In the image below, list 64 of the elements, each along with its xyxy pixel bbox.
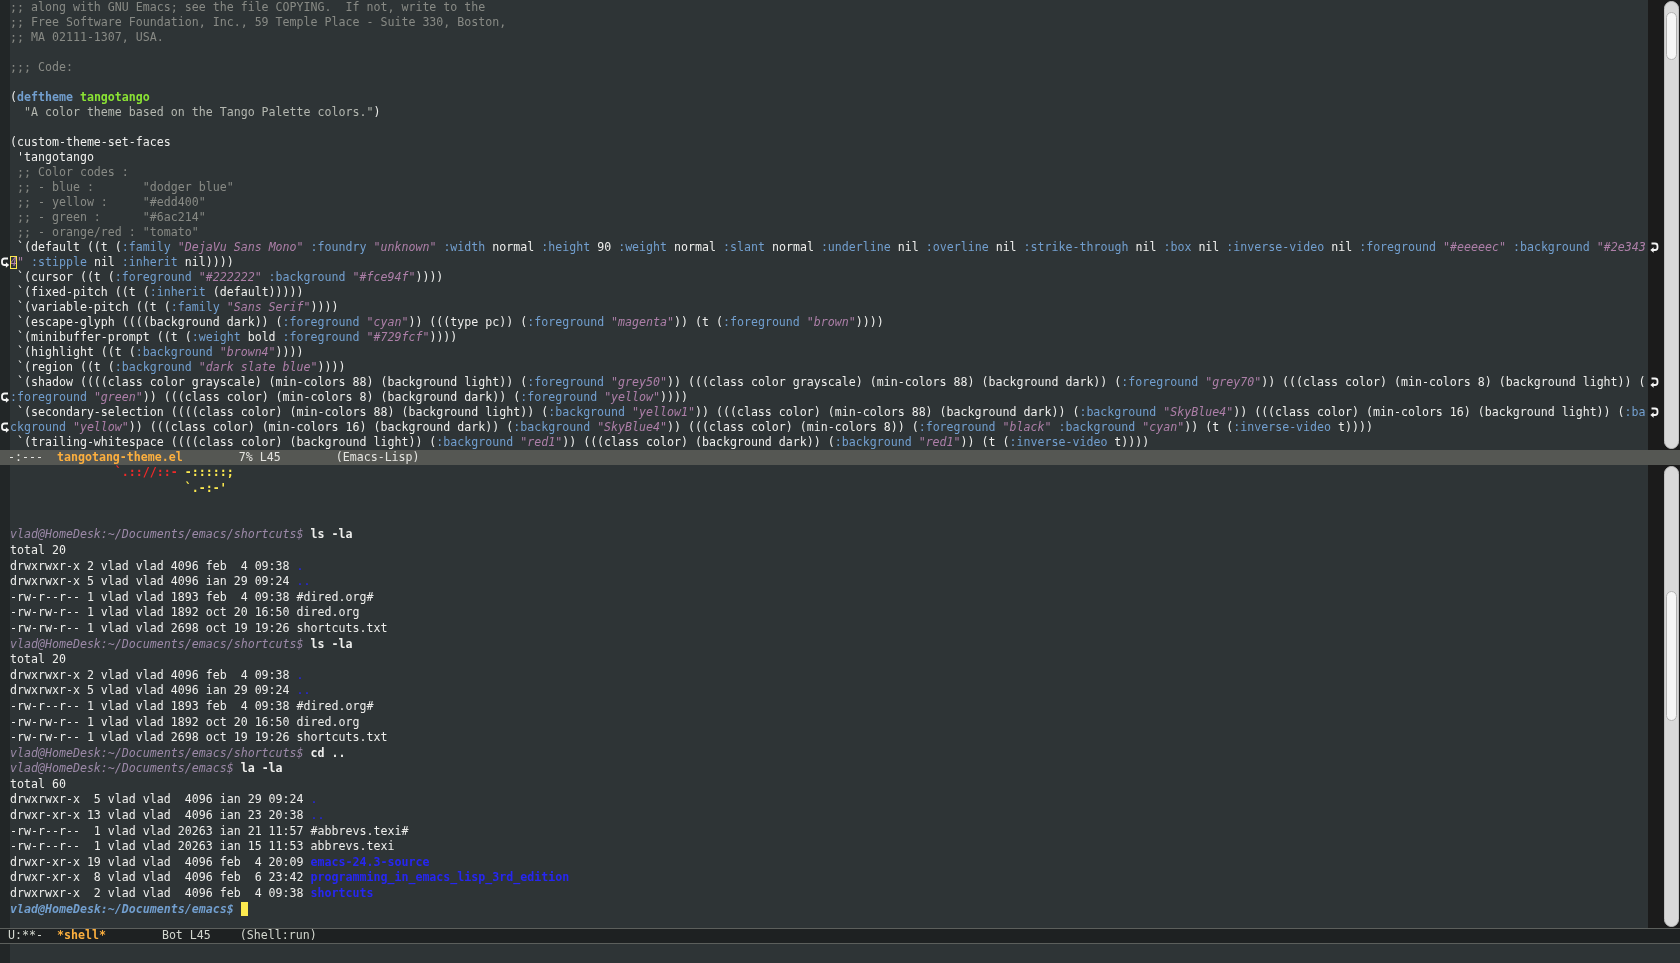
- code-line: 'tangotango: [16, 150, 94, 164]
- shell-line: vlad@HomeDesk:~/Documents/emacs/shortcuts$ cd ..: [10, 745, 346, 760]
- code-line: `(region ((t (:background "dark slate blue")))): [16, 360, 346, 374]
- shell-line: drwxrwxr-x 2 vlad vlad 4096 feb 4 09:38 .: [10, 667, 304, 682]
- shell-line: -rw-r--r-- 1 vlad vlad 1893 feb 4 09:38 #dired.org#: [10, 589, 374, 604]
- shell-line: -rw-r--r-- 1 vlad vlad 20263 ian 21 11:57 #abbrevs.texi#: [10, 823, 409, 838]
- code-line: `(variable-pitch ((t (:family "Sans Serif")))): [16, 300, 339, 314]
- code-line: (deftheme tangotango: [10, 90, 150, 104]
- shell-line: drwxrwxr-x 5 vlad vlad 4096 ian 29 09:24 .: [10, 792, 318, 807]
- scrollbar-track[interactable]: [1664, 1, 1679, 449]
- shell-line: total 60: [10, 776, 66, 791]
- shell-line: vlad@HomeDesk:~/Documents/emacs$: [10, 901, 234, 918]
- code-line: ;; - blue : "dodger blue": [16, 180, 234, 194]
- shell-line: `.-:-': [183, 480, 227, 495]
- shell-line: vlad@HomeDesk:~/Documents/emacs/shortcuts$ ls -la: [10, 527, 353, 542]
- shell-line: drwxr-xr-x 8 vlad vlad 4096 feb 6 23:42 programming_in_emacs_lisp_3rd_edition: [10, 870, 570, 885]
- shell-line: -rw-rw-r-- 1 vlad vlad 2698 oct 19 19:26 shortcuts.txt: [10, 730, 388, 745]
- code-line: (custom-theme-set-faces: [10, 135, 171, 149]
- code-line: ;; Free Software Foundation, Inc., 59 Temple Place - Suite 330, Boston,: [10, 15, 507, 29]
- code-line: "A color theme based on the Tango Palette colors."): [22, 105, 381, 119]
- code-line: `(default ((t (:family "DejaVu Sans Mono" :foundry "unknown" :width normal :height 90 :weight normal :slant normal :underline nil :overline nil :strike-through nil :box nil :inverse-video nil :foreground "#eeeeec" :background "#2e343: [16, 240, 1646, 254]
- shell-line: -rw-r--r-- 1 vlad vlad 20263 ian 15 11:53 abbrevs.texi: [10, 839, 395, 854]
- shell-line: vlad@HomeDesk:~/Documents/emacs$ la -la: [10, 761, 283, 776]
- code-line: ;; - orange/red : "tomato": [16, 225, 199, 239]
- shell-line: drwxr-xr-x 13 vlad vlad 4096 ian 23 20:38 ..: [10, 808, 325, 823]
- scrollbar-thumb[interactable]: [1666, 12, 1677, 60]
- code-line: `(secondary-selection ((((class color) (min-colors 88) (background light)) (:background "yellow1")) (((class color) (min-colors 88) (background dark)) (:background "SkyBlue4")) (((class color) (min-colors 16) (background light)) (:ba: [16, 405, 1646, 419]
- code-line: ;; MA 02111-1307, USA.: [10, 30, 164, 44]
- shell-line: drwxrwxr-x 2 vlad vlad 4096 feb 4 09:38 .: [10, 558, 304, 573]
- cursor-position: 7% L45: [238, 448, 281, 466]
- code-line: `(fixed-pitch ((t (:inherit (default))))): [16, 285, 304, 299]
- code-line: ;; - yellow : "#edd400": [16, 195, 206, 209]
- scrollbar-thumb[interactable]: [1666, 591, 1677, 721]
- major-mode[interactable]: (Emacs-Lisp): [335, 448, 420, 467]
- code-line: ;; - green : "#6ac214": [16, 210, 206, 224]
- shell-line: -rw-rw-r-- 1 vlad vlad 2698 oct 19 19:26 shortcuts.txt: [10, 620, 388, 635]
- modified-status: -:---: [8, 449, 43, 466]
- shell-line: vlad@HomeDesk:~/Documents/emacs/shortcuts$ ls -la: [10, 636, 353, 651]
- code-line: `(shadow ((((class color grayscale) (min-colors 88) (background light)) (:foreground "grey50")) (((class color grayscale) (min-colors 88) (background dark)) (:foreground "grey70")) (((class color) (min-colors 8) (background light)) (: [16, 375, 1646, 389]
- shell-line: drwxrwxr-x 2 vlad vlad 4096 feb 4 09:38 shortcuts: [10, 886, 374, 901]
- code-line: `(escape-glyph ((((background dark)) (:foreground "cyan")) (((type pc)) (:foreground "magenta")) (t (:foreground "brown")))): [16, 315, 884, 329]
- modified-status: U:**-: [8, 927, 43, 945]
- code-line: `(cursor ((t (:foreground "#222222" :background "#fce94f")))): [16, 270, 444, 284]
- shell-line: total 20: [10, 542, 66, 557]
- major-mode[interactable]: (Shell:run): [239, 927, 317, 945]
- shell-line: total 20: [10, 652, 66, 667]
- shell-line: `.:://::- -:::::;: [113, 465, 234, 479]
- code-line: :foreground "green")) (((class color) (min-colors 8) (background dark)) (:foreground "yellow")))): [10, 390, 688, 404]
- scrollbar-track[interactable]: [1664, 466, 1679, 927]
- code-line: ckground "yellow")) (((class color) (min-colors 16) (background dark)) (:background "SkyBlue4")) (((class color) (min-colors 8)) (:foreground "black" :background "cyan")) (t (:inverse-video t)))): [10, 420, 1373, 434]
- code-line: `(highlight ((t (:background "brown4")))): [16, 345, 304, 359]
- code-line: `(minibuffer-prompt ((t (:weight bold :foreground "#729fcf")))): [16, 330, 458, 344]
- shell-line: -rw-rw-r-- 1 vlad vlad 1892 oct 20 16:50 dired.org: [10, 714, 360, 729]
- code-line: ;; along with GNU Emacs; see the file COPYING. If not, write to the: [10, 0, 486, 14]
- shell-line: drwxr-xr-x 19 vlad vlad 4096 feb 4 20:09 emacs-24.3-source: [10, 854, 430, 869]
- cursor-position: Bot L45: [161, 927, 211, 945]
- code-line: ;; Color codes :: [16, 165, 129, 179]
- shell-line: drwxrwxr-x 5 vlad vlad 4096 ian 29 09:24 ..: [10, 574, 311, 589]
- shell-line: -rw-rw-r-- 1 vlad vlad 1892 oct 20 16:50 dired.org: [10, 605, 360, 620]
- code-line: `(trailing-whitespace ((((class color) (background light)) (:background "red1")) (((class color) (background dark)) (:background "red1")) (t (:inverse-video t)))): [16, 435, 1150, 449]
- shell-line: -rw-r--r-- 1 vlad vlad 1893 feb 4 09:38 #dired.org#: [10, 698, 374, 713]
- buffer-name[interactable]: *shell*: [56, 927, 106, 945]
- code-line: ;;; Code:: [10, 60, 73, 74]
- shell-line: drwxrwxr-x 5 vlad vlad 4096 ian 29 09:24 ..: [10, 683, 311, 698]
